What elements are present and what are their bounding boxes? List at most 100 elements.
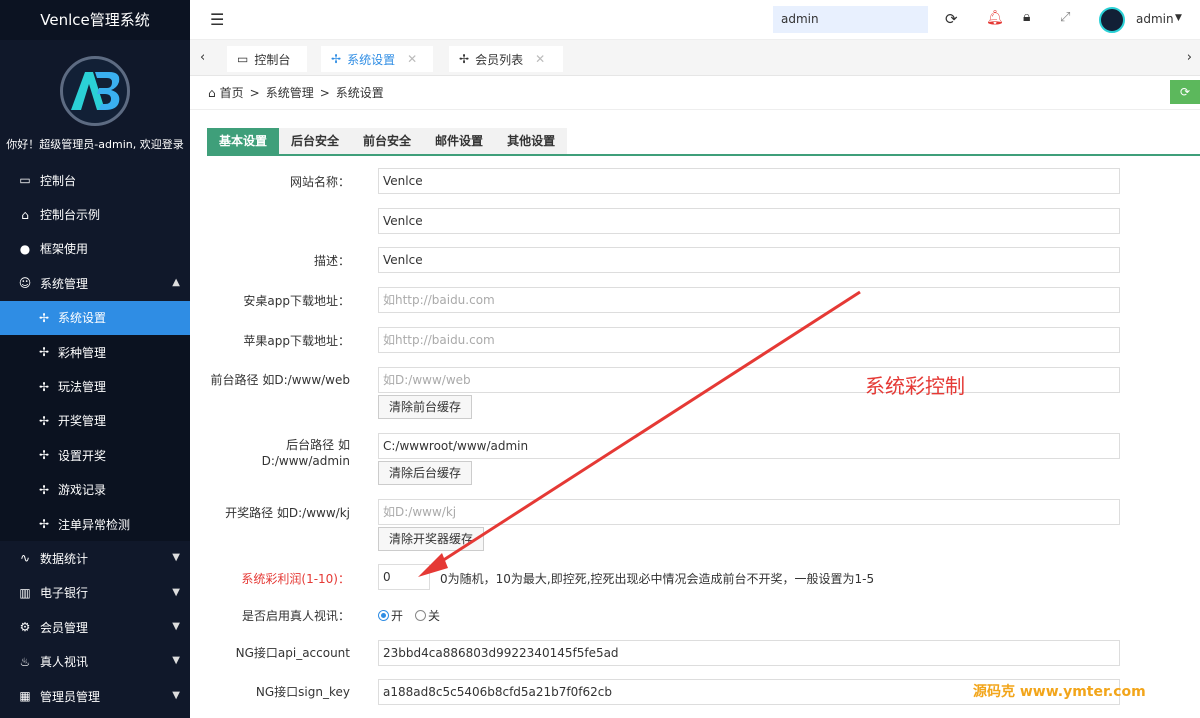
chevron-down-icon: ▼ — [172, 689, 180, 701]
home-icon: ⌂ — [21, 207, 29, 222]
tab-basic-settings[interactable]: 基本设置 — [207, 128, 280, 154]
refresh-icon[interactable]: ⟳ — [945, 10, 958, 28]
front-path-input[interactable]: 如D:/www/web — [378, 367, 1120, 393]
close-icon[interactable]: ✕ — [407, 52, 417, 66]
sidebar-item-live-video[interactable]: ♨ 真人视讯 ▼ — [0, 644, 190, 678]
user-name[interactable]: admin — [1136, 12, 1174, 26]
sidebar-item-system[interactable]: ☺ 系统管理 ▲ — [0, 266, 190, 300]
tabs-right-arrow-icon[interactable]: › — [1187, 50, 1192, 65]
tab-backend-security[interactable]: 后台安全 — [279, 128, 352, 154]
chevron-up-icon: ▲ — [172, 277, 180, 289]
bank-icon: ▥ — [19, 585, 31, 600]
sidebar-nav: ▭ 控制台 ⌂ 控制台示例 ● 框架使用 ☺ 系统管理 ▲ ✢ 系统设置 ✢ 彩种管理 ✢ 玩法… — [0, 163, 190, 713]
site-name-label: 网站名称： — [289, 175, 350, 189]
tabs-left-arrow-icon[interactable]: ‹ — [200, 50, 205, 65]
radio-on-label[interactable]: 开 — [391, 607, 403, 624]
clear-front-cache-button[interactable]: 清除前台缓存 — [378, 395, 473, 419]
welcome-text: 你好！超级管理员-admin, 欢迎登录 — [6, 138, 184, 151]
apple-url-label: 苹果app下载地址： — [243, 334, 350, 348]
profit-note: 0为随机，10为最大,即控死,控死出现必中情况会造成前台不开奖，一般设置为1-5 — [440, 572, 875, 586]
search-input[interactable]: admin — [773, 6, 928, 33]
tab-console[interactable]: ▭ 控制台 — [227, 46, 307, 72]
sidebar-item-members[interactable]: ⚙ 会员管理 ▼ — [0, 610, 190, 644]
fan-icon: ✢ — [38, 310, 50, 325]
live-video-radio-group: 开 关 — [378, 607, 440, 624]
ng-account-label: NG接口api_account — [235, 646, 350, 660]
profit-label: 系统彩利润(1-10)： — [241, 572, 350, 586]
page-refresh-button[interactable]: ⟳ — [1170, 80, 1200, 104]
ng-key-label: NG接口sign_key — [255, 685, 350, 699]
main-content: 基本设置 后台安全 前台安全 邮件设置 其他设置 网站名称： Venlce Ve… — [190, 110, 1200, 718]
draw-path-input[interactable]: 如D:/www/kj — [378, 499, 1120, 525]
description-label: 描述： — [313, 254, 350, 268]
fan-icon: ✢ — [38, 517, 50, 532]
avatar[interactable] — [1099, 7, 1125, 33]
android-url-label: 安桌app下载地址： — [243, 294, 350, 308]
clear-draw-cache-button[interactable]: 清除开奖器缓存 — [378, 527, 485, 551]
watermark: 源码克 www.ymter.com — [973, 684, 1146, 700]
radio-off[interactable] — [415, 610, 427, 621]
user-icon: ☺ — [18, 276, 32, 291]
sidebar-item-console[interactable]: ▭ 控制台 — [0, 163, 190, 197]
back-path-input[interactable]: C:/wwwroot/www/admin — [378, 433, 1120, 459]
sidebar-item-play-types[interactable]: ✢ 玩法管理 — [0, 369, 190, 404]
description-input[interactable]: Venlce — [378, 247, 1120, 273]
sidebar-item-system-settings[interactable]: ✢ 系统设置 — [0, 300, 190, 335]
ng-account-input[interactable]: 23bbd4ca886803d9922340145f5fe5ad — [378, 640, 1120, 666]
ok-icon: ● — [19, 241, 31, 256]
fan-icon: ✢ — [38, 413, 50, 428]
fan-icon: ✢ — [38, 345, 50, 360]
refresh-icon: ⟳ — [1179, 85, 1191, 99]
draw-path-label: 开奖路径 如D:/www/kj — [225, 506, 350, 520]
chevron-down-icon: ▼ — [172, 552, 180, 564]
front-path-label: 前台路径 如D:/www/web — [210, 373, 350, 387]
home-icon: ⌂ — [208, 85, 216, 100]
keywords-input[interactable]: Venlce — [378, 208, 1120, 234]
tabs-bar: ‹ ▭ 控制台 ✢ 系统设置 ✕ ✢ 会员列表 ✕ › — [190, 40, 1200, 76]
close-icon[interactable]: ✕ — [535, 52, 545, 66]
sidebar-item-lottery-types[interactable]: ✢ 彩种管理 — [0, 334, 190, 370]
tabs-underline — [207, 154, 1200, 156]
sidebar-item-admins[interactable]: ▦ 管理员管理 ▼ — [0, 679, 190, 713]
live-video-label: 是否启用真人视讯： — [241, 609, 350, 623]
sidebar-item-console-example[interactable]: ⌂ 控制台示例 — [0, 197, 190, 231]
avatar-logo — [60, 56, 130, 126]
tab-mail-settings[interactable]: 邮件设置 — [423, 128, 496, 154]
sidebar: Venlce管理系统 你好！超级管理员-admin, 欢迎登录 ▭ 控制台 ⌂ 控制… — [0, 0, 190, 718]
fire-icon: ♨ — [19, 654, 31, 669]
sidebar-item-statistics[interactable]: ∿ 数据统计 ▼ — [0, 541, 190, 575]
menu-toggle-icon[interactable]: ☰ — [210, 10, 224, 29]
breadcrumb-home[interactable]: 首页 — [220, 84, 244, 101]
site-name-input[interactable]: Venlce — [378, 168, 1120, 194]
sidebar-item-draw-management[interactable]: ✢ 开奖管理 — [0, 403, 190, 439]
app-title: Venlce管理系统 — [0, 0, 190, 40]
fan-icon: ✢ — [459, 52, 470, 66]
sidebar-item-ebank[interactable]: ▥ 电子银行 ▼ — [0, 576, 190, 610]
lock-icon[interactable]: 🔒︎ — [1023, 9, 1030, 25]
sidebar-item-bet-anomaly[interactable]: ✢ 注单异常检测 — [0, 506, 190, 542]
sidebar-item-game-records[interactable]: ✢ 游戏记录 — [0, 472, 190, 507]
tab-other-settings[interactable]: 其他设置 — [495, 128, 568, 154]
apple-url-input[interactable]: 如http://baidu.com — [378, 327, 1120, 353]
sidebar-item-framework[interactable]: ● 框架使用 — [0, 232, 190, 266]
bell-icon[interactable]: 🔔︎ — [986, 10, 1004, 26]
tab-system-settings[interactable]: ✢ 系统设置 ✕ — [321, 46, 433, 72]
breadcrumb-system[interactable]: 系统管理 — [266, 84, 314, 101]
radio-on[interactable] — [378, 610, 389, 621]
breadcrumb-separator: > — [249, 85, 260, 100]
chart-icon: ∿ — [19, 551, 31, 566]
tab-member-list[interactable]: ✢ 会员列表 ✕ — [449, 46, 563, 72]
monitor-icon: ▭ — [237, 52, 249, 66]
clear-back-cache-button[interactable]: 清除后台缓存 — [378, 461, 473, 485]
chevron-down-icon: ▼ — [172, 621, 180, 633]
fan-icon: ✢ — [38, 448, 50, 463]
fullscreen-icon[interactable]: ⤢ — [1060, 10, 1070, 25]
topbar: ☰ admin ⟳ 🔔︎ 🔒︎ ⤢ admin ▼ — [190, 0, 1200, 40]
android-url-input[interactable]: 如http://baidu.com — [378, 287, 1120, 313]
grid-icon: ▦ — [19, 689, 31, 704]
sidebar-item-set-draw[interactable]: ✢ 设置开奖 — [0, 438, 190, 473]
profit-input[interactable]: 0 — [378, 564, 430, 590]
radio-off-label[interactable]: 关 — [428, 607, 440, 624]
caret-down-icon[interactable]: ▼ — [1175, 13, 1182, 23]
tab-frontend-security[interactable]: 前台安全 — [351, 128, 424, 154]
